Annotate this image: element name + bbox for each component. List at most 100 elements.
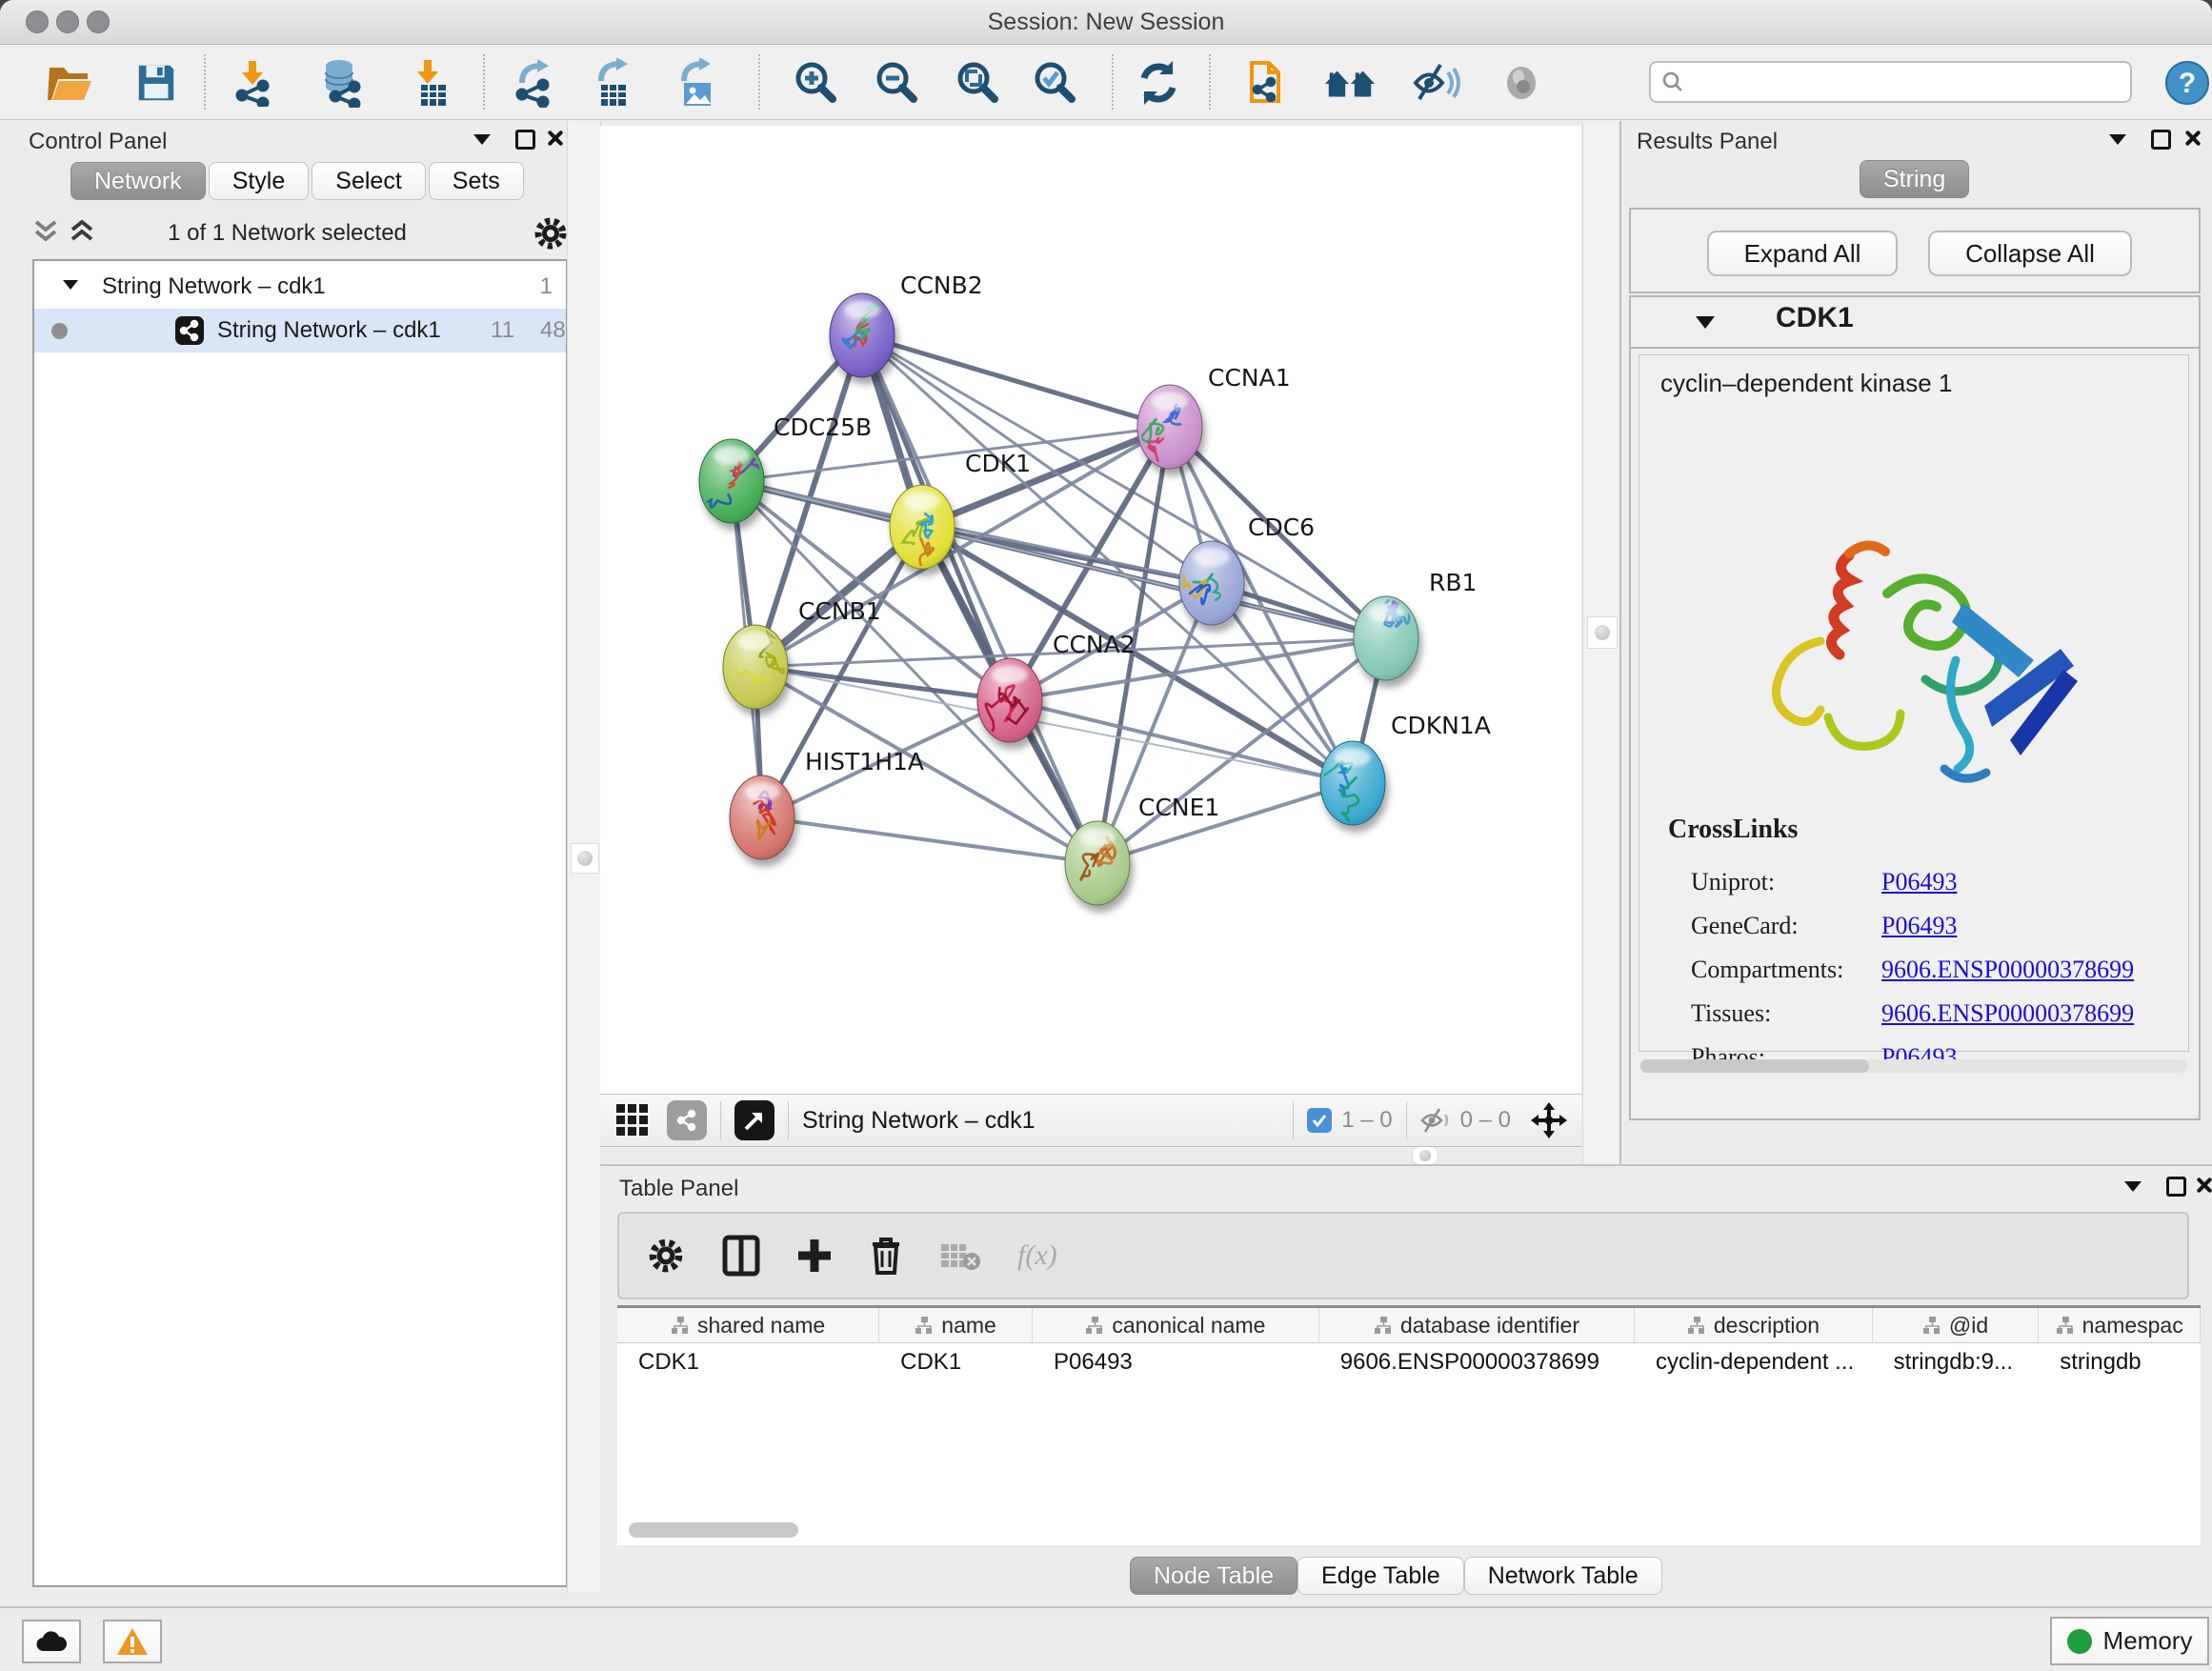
delete-column-button[interactable] (869, 1235, 903, 1277)
panel-float-icon[interactable] (2151, 130, 2171, 150)
network-edge[interactable] (1097, 783, 1353, 863)
birdseye-toggle-button[interactable] (615, 1103, 650, 1137)
open-in-browser-button[interactable] (734, 1100, 774, 1140)
network-edge[interactable] (762, 817, 1097, 863)
table-settings-button[interactable] (646, 1236, 686, 1276)
right-splitter[interactable] (1582, 121, 1620, 1164)
selected-checkbox-icon[interactable] (1307, 1108, 1332, 1133)
crosslink-link[interactable]: 9606.ENSP00000378699 (1881, 999, 2134, 1027)
save-session-button[interactable] (130, 58, 183, 108)
help-button[interactable]: ? (2161, 58, 2212, 108)
network-node-cdc6[interactable] (1178, 541, 1244, 625)
memory-button[interactable]: Memory (2050, 1617, 2209, 1665)
search-input[interactable] (1685, 69, 2108, 95)
function-builder-button[interactable]: f(x) (1017, 1239, 1057, 1272)
tab-edge-table[interactable]: Edge Table (1297, 1557, 1464, 1595)
column-header-database-identifier[interactable]: database identifier (1319, 1308, 1635, 1342)
cloud-status-button[interactable] (22, 1620, 81, 1663)
collapse-all-button[interactable]: Collapse All (1928, 231, 2132, 276)
bottom-splitter[interactable] (600, 1145, 1581, 1164)
fit-selected-button[interactable] (1530, 1101, 1568, 1139)
zoom-in-button[interactable] (790, 58, 843, 108)
column-header-name[interactable]: name (879, 1308, 1033, 1342)
panel-menu-icon[interactable] (2124, 1181, 2142, 1192)
network-row-selected[interactable]: String Network – cdk1 11 48 (34, 309, 566, 352)
panel-close-icon[interactable] (546, 130, 563, 147)
delete-table-button[interactable] (939, 1238, 981, 1273)
tab-network[interactable]: Network (70, 162, 206, 200)
crosslink-link[interactable]: P06493 (1881, 912, 1957, 939)
panel-close-icon[interactable] (2195, 1177, 2212, 1194)
export-network-button[interactable] (509, 58, 562, 108)
network-node-ccne1[interactable] (1065, 821, 1130, 905)
network-edge[interactable] (862, 335, 1097, 863)
export-table-button[interactable] (588, 58, 641, 108)
network-edge[interactable] (862, 335, 1386, 638)
expand-all-button[interactable]: Expand All (1707, 231, 1898, 276)
network-node-hist1h1a[interactable] (730, 775, 794, 859)
zoom-selected-button[interactable] (1029, 58, 1082, 108)
open-session-button[interactable] (44, 58, 97, 108)
show-columns-button[interactable] (722, 1235, 760, 1277)
hide-selected-button[interactable] (1410, 58, 1463, 108)
crosslink-link[interactable]: 9606.ENSP00000378699 (1881, 956, 2134, 983)
export-image-button[interactable] (671, 58, 724, 108)
network-node-cdk1[interactable] (890, 485, 955, 569)
results-scrollbar-thumb[interactable] (1640, 1059, 1869, 1073)
warnings-button[interactable] (103, 1620, 162, 1663)
column-header-namespac[interactable]: namespac (2039, 1308, 2201, 1342)
right-splitter-handle[interactable] (1587, 616, 1618, 649)
network-node-ccna2[interactable] (977, 658, 1042, 744)
import-network-database-button[interactable] (314, 58, 368, 108)
tab-network-table[interactable]: Network Table (1464, 1557, 1662, 1595)
show-all-button[interactable] (1495, 58, 1548, 108)
network-edge[interactable] (862, 335, 1170, 427)
import-table-file-button[interactable] (404, 58, 457, 108)
left-splitter-handle[interactable] (571, 843, 599, 874)
bottom-splitter-handle[interactable] (1412, 1146, 1438, 1165)
network-node-rb1[interactable] (1354, 594, 1418, 680)
zoom-fit-button[interactable] (952, 58, 1005, 108)
refresh-network-button[interactable] (1132, 58, 1185, 108)
tab-string[interactable]: String (1860, 160, 1969, 198)
network-collection-row[interactable]: String Network – cdk1 1 (34, 265, 566, 309)
table-cell[interactable]: P06493 (1033, 1343, 1319, 1381)
table-scrollbar-thumb[interactable] (629, 1522, 798, 1538)
network-options-gear-button[interactable] (532, 214, 570, 252)
tab-select[interactable]: Select (312, 162, 425, 200)
table-row[interactable]: CDK1CDK1P064939606.ENSP00000378699cyclin… (617, 1343, 2201, 1381)
network-node-ccnb2[interactable] (830, 293, 895, 377)
table-cell[interactable]: cyclin-dependent ... (1635, 1343, 1873, 1381)
results-scrollbar-track[interactable] (1640, 1059, 2187, 1073)
panel-float-icon[interactable] (515, 130, 535, 150)
network-node-ccna1[interactable] (1137, 385, 1202, 469)
table-cell[interactable]: stringdb:9... (1873, 1343, 2040, 1381)
left-splitter[interactable] (567, 121, 601, 1593)
column-header-canonical-name[interactable]: canonical name (1033, 1308, 1319, 1342)
crosslink-link[interactable]: P06493 (1881, 868, 1957, 896)
add-column-button[interactable] (796, 1238, 833, 1274)
network-graph[interactable]: CCNB2CCNA1CDC25BCDK1CDC6RB1CCNB1CCNA2CDK… (600, 126, 1581, 1094)
table-cell[interactable]: CDK1 (879, 1343, 1033, 1381)
panel-float-icon[interactable] (2166, 1177, 2186, 1197)
table-cell[interactable]: stringdb (2039, 1343, 2201, 1381)
homes-button[interactable] (1323, 58, 1377, 108)
protein-collapse-icon[interactable] (1696, 316, 1715, 329)
column-header-shared-name[interactable]: shared name (617, 1308, 879, 1342)
tab-node-table[interactable]: Node Table (1130, 1557, 1297, 1595)
collection-expand-icon[interactable] (63, 280, 78, 290)
column-header--id[interactable]: @id (1873, 1308, 2040, 1342)
table-cell[interactable]: 9606.ENSP00000378699 (1319, 1343, 1635, 1381)
import-network-file-button[interactable] (226, 58, 279, 108)
network-share-button[interactable] (667, 1100, 707, 1140)
column-header-description[interactable]: description (1635, 1308, 1873, 1342)
table-cell[interactable]: CDK1 (617, 1343, 879, 1381)
network-node-ccnb1[interactable] (723, 625, 788, 709)
tab-sets[interactable]: Sets (429, 162, 524, 200)
panel-menu-icon[interactable] (2109, 134, 2126, 145)
network-canvas[interactable]: CCNB2CCNA1CDC25BCDK1CDC6RB1CCNB1CCNA2CDK… (600, 126, 1581, 1094)
panel-menu-icon[interactable] (473, 134, 491, 145)
panel-close-icon[interactable] (2183, 130, 2201, 147)
zoom-out-button[interactable] (871, 58, 924, 108)
share-document-button[interactable] (1240, 58, 1294, 108)
